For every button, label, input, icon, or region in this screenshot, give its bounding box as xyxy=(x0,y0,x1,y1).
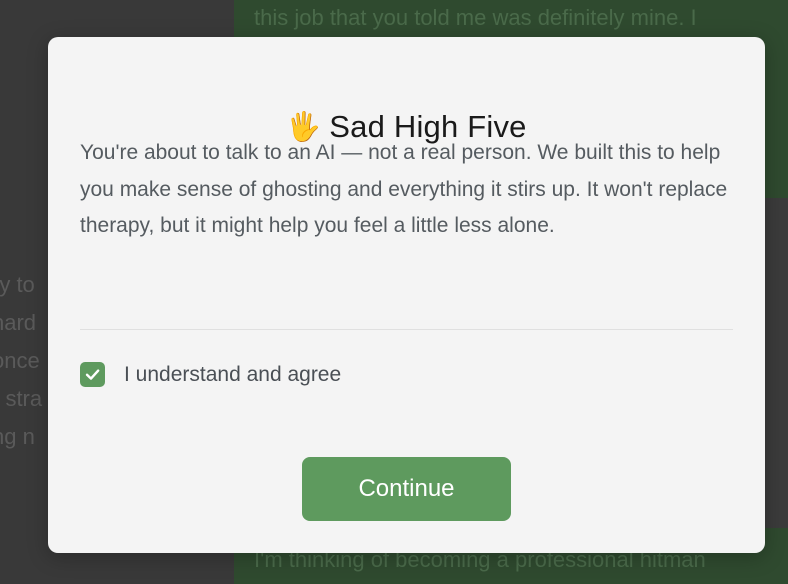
continue-button[interactable]: Continue xyxy=(302,457,511,521)
checkmark-icon xyxy=(85,369,100,380)
agree-label[interactable]: I understand and agree xyxy=(124,363,341,387)
agree-checkbox[interactable] xyxy=(80,362,105,387)
divider xyxy=(80,329,733,330)
bg-message-line: this job that you told me was definitely… xyxy=(254,5,697,30)
modal-description: You're about to talk to an AI — not a re… xyxy=(80,141,728,237)
agree-checkbox-row[interactable]: I understand and agree xyxy=(80,362,341,387)
consent-modal: 🖐 Sad High Five You're about to talk to … xyxy=(48,37,765,553)
